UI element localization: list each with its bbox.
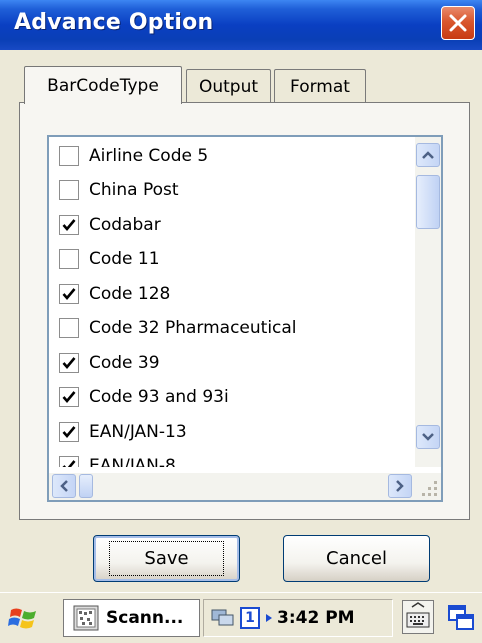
- list-item[interactable]: Airline Code 5: [49, 139, 415, 172]
- list-item[interactable]: Code 32 Pharmaceutical: [49, 312, 415, 345]
- network-icon[interactable]: [210, 606, 236, 630]
- size-grip: [415, 473, 441, 500]
- list-item-label: Airline Code 5: [89, 145, 209, 166]
- save-button[interactable]: Save: [93, 535, 240, 582]
- list-item-label: EAN/JAN-13: [89, 421, 187, 442]
- checkmark-icon: [62, 287, 76, 300]
- scanner-app-icon: [73, 605, 99, 631]
- checkmark-icon: [62, 391, 76, 404]
- vertical-scrollbar[interactable]: [415, 137, 441, 467]
- checkbox[interactable]: [59, 283, 79, 304]
- list-item-label: Code 11: [89, 249, 160, 269]
- checkbox[interactable]: [59, 387, 79, 407]
- checkbox[interactable]: [59, 456, 79, 467]
- list-item[interactable]: China Post: [49, 174, 415, 207]
- cancel-button-label: Cancel: [326, 548, 387, 569]
- tray-arrow-icon: [266, 614, 272, 622]
- scroll-left-button[interactable]: [52, 474, 76, 498]
- list-item-label: Codabar: [89, 214, 161, 235]
- scroll-left-icon: [60, 480, 68, 492]
- checkmark-icon: [62, 218, 76, 231]
- taskbar: Scann... 1 3:42 PM: [0, 592, 482, 643]
- barcode-type-list[interactable]: Airline Code 5 China Post Codabar Code 11 Co…: [47, 135, 443, 502]
- list-items: Airline Code 5 China Post Codabar Code 11 Co…: [49, 137, 415, 467]
- close-icon: [449, 14, 467, 32]
- list-item-label: EAN/JAN-8: [89, 456, 176, 467]
- checkbox[interactable]: [59, 145, 79, 166]
- close-button[interactable]: [441, 6, 475, 40]
- list-item-label: Code 39: [89, 352, 160, 373]
- scroll-up-icon: [422, 151, 434, 159]
- keyboard-icon: [406, 602, 430, 628]
- list-item-label: Code 93 and 93i: [89, 387, 229, 407]
- checkbox[interactable]: [59, 352, 79, 373]
- list-item-label: Code 32 Pharmaceutical: [89, 318, 297, 338]
- tab-barcodetype-label: BarCodeType: [47, 75, 159, 96]
- cancel-button[interactable]: Cancel: [283, 535, 430, 582]
- tab-barcodetype[interactable]: BarCodeType: [24, 66, 182, 104]
- taskbar-app-label: Scann...: [106, 608, 184, 628]
- system-tray: 1 3:42 PM: [203, 599, 393, 637]
- scroll-down-button[interactable]: [416, 425, 440, 449]
- checkbox[interactable]: [59, 318, 79, 338]
- list-item[interactable]: Code 11: [49, 243, 415, 276]
- clock[interactable]: 3:42 PM: [277, 608, 355, 628]
- checkbox[interactable]: [59, 421, 79, 442]
- tab-output[interactable]: Output: [186, 69, 271, 103]
- horizontal-scrollbar[interactable]: [49, 473, 415, 500]
- scroll-down-icon: [422, 433, 434, 441]
- scroll-right-icon: [396, 480, 404, 492]
- checkmark-icon: [62, 356, 76, 369]
- checkbox[interactable]: [59, 214, 79, 235]
- horizontal-scroll-thumb[interactable]: [79, 474, 93, 498]
- tab-output-label: Output: [198, 76, 259, 97]
- grip-icon: [422, 481, 437, 496]
- scroll-right-button[interactable]: [388, 474, 412, 498]
- list-item[interactable]: Code 93 and 93i: [49, 381, 415, 414]
- tray-number: 1: [245, 610, 255, 626]
- tray-number-badge[interactable]: 1: [240, 607, 260, 629]
- checkbox[interactable]: [59, 180, 79, 200]
- list-item-label: Code 128: [89, 283, 171, 304]
- taskbar-app-scanner[interactable]: Scann...: [63, 599, 200, 637]
- tab-format-label: Format: [290, 76, 350, 97]
- list-item-label: China Post: [89, 180, 179, 200]
- checkmark-icon: [62, 460, 76, 467]
- title-bar: Advance Option: [0, 0, 482, 50]
- tab-format[interactable]: Format: [274, 69, 366, 103]
- window-title: Advance Option: [14, 10, 214, 35]
- list-item[interactable]: EAN/JAN-13: [49, 415, 415, 448]
- checkmark-icon: [62, 425, 76, 438]
- vertical-scroll-thumb[interactable]: [416, 175, 440, 229]
- task-switch-icon[interactable]: [446, 603, 476, 633]
- windows-start-icon[interactable]: [8, 602, 40, 634]
- list-item[interactable]: EAN/JAN-8: [49, 450, 415, 467]
- list-item[interactable]: Code 39: [49, 346, 415, 379]
- save-button-label: Save: [109, 541, 224, 576]
- list-item[interactable]: Code 128: [49, 277, 415, 310]
- list-item[interactable]: Codabar: [49, 208, 415, 241]
- keyboard-button[interactable]: [402, 600, 434, 634]
- scroll-up-button[interactable]: [416, 143, 440, 167]
- checkbox[interactable]: [59, 249, 79, 269]
